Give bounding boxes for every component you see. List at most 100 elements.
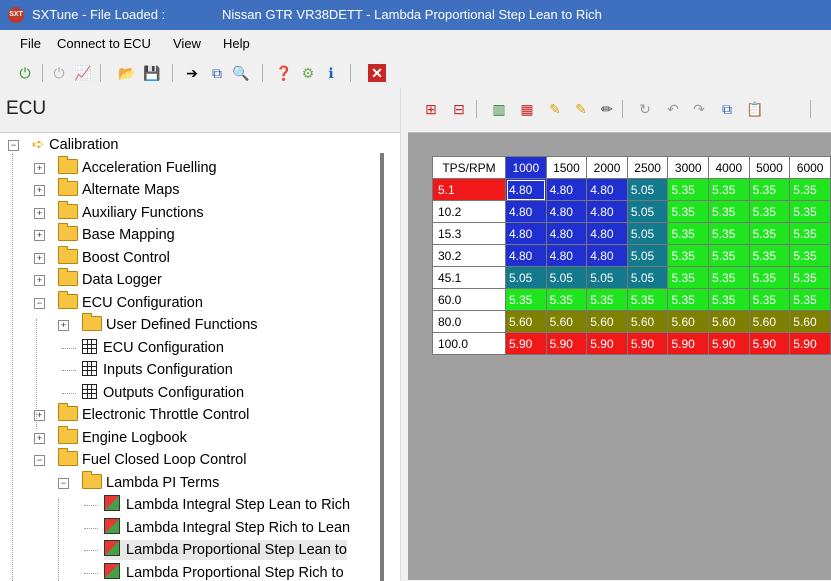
menu-help[interactable]: Help: [223, 36, 250, 51]
rpm-column-header[interactable]: 4000: [709, 157, 750, 179]
insert-row-icon[interactable]: ⊞: [422, 100, 440, 118]
rpm-column-header[interactable]: 2500: [627, 157, 668, 179]
table-cell[interactable]: 5.35: [709, 201, 750, 223]
table-cell[interactable]: 5.35: [506, 289, 547, 311]
expand-icon[interactable]: +: [58, 320, 69, 331]
tree-item[interactable]: Boost Control: [58, 248, 170, 268]
table-cell[interactable]: 4.80: [546, 201, 587, 223]
table-cell[interactable]: 5.35: [749, 289, 790, 311]
rpm-column-header[interactable]: 6000: [790, 157, 831, 179]
calibration-tree[interactable]: ➪Calibration−Acceleration Fuelling+Alter…: [0, 132, 400, 581]
table-cell[interactable]: 4.80: [506, 245, 547, 267]
rpm-column-header[interactable]: 1000: [506, 157, 547, 179]
table-cell[interactable]: 5.35: [709, 289, 750, 311]
table-cell[interactable]: 5.60: [749, 311, 790, 333]
graph-icon[interactable]: 📈: [74, 64, 92, 82]
table-cell[interactable]: 5.35: [790, 223, 831, 245]
menu-connect-to-ecu[interactable]: Connect to ECU: [57, 36, 151, 51]
collapse-icon[interactable]: −: [34, 455, 45, 466]
table-cell[interactable]: 5.90: [790, 333, 831, 355]
table-cell[interactable]: 5.35: [790, 179, 831, 201]
table-cell[interactable]: 5.35: [790, 245, 831, 267]
gear-icon[interactable]: ⚙: [299, 64, 317, 82]
table-cell[interactable]: 5.35: [668, 179, 709, 201]
table-cell[interactable]: 5.35: [546, 289, 587, 311]
copy-icon[interactable]: ⧉: [208, 64, 226, 82]
table-cell[interactable]: 5.90: [587, 333, 628, 355]
menu-view[interactable]: View: [173, 36, 201, 51]
table-cell[interactable]: 4.80: [546, 245, 587, 267]
disconnect-icon[interactable]: ⏻: [50, 64, 68, 82]
table-cell[interactable]: 5.35: [790, 289, 831, 311]
tree-item[interactable]: ECU Configuration: [82, 338, 224, 358]
map-table[interactable]: TPS/RPM100015002000250030004000500060005…: [432, 156, 831, 355]
tree-item[interactable]: Outputs Configuration: [82, 383, 244, 403]
collapse-icon[interactable]: −: [58, 478, 69, 489]
table-cell[interactable]: 5.90: [668, 333, 709, 355]
table-cell[interactable]: 4.80: [587, 245, 628, 267]
arrow-icon[interactable]: ➔: [183, 64, 201, 82]
tree-item[interactable]: Alternate Maps: [58, 180, 180, 200]
tps-row-header[interactable]: 10.2: [433, 201, 506, 223]
redo-icon[interactable]: ↷: [690, 100, 708, 118]
refresh-icon[interactable]: ↻: [636, 100, 654, 118]
table-cell[interactable]: 5.35: [668, 201, 709, 223]
tree-item[interactable]: User Defined Functions: [82, 315, 258, 335]
table-cell[interactable]: 5.35: [627, 289, 668, 311]
table-cell[interactable]: 4.80: [546, 179, 587, 201]
table-cell[interactable]: 5.35: [749, 245, 790, 267]
tree-item[interactable]: Lambda Integral Step Lean to Rich: [104, 495, 350, 515]
collapse-icon[interactable]: −: [8, 140, 19, 151]
table-cell[interactable]: 5.35: [587, 289, 628, 311]
expand-icon[interactable]: +: [34, 433, 45, 444]
open-folder-icon[interactable]: 📂: [118, 64, 136, 82]
table-cell[interactable]: 5.35: [709, 179, 750, 201]
table-cell[interactable]: 5.60: [546, 311, 587, 333]
table-cell[interactable]: 5.90: [627, 333, 668, 355]
expand-icon[interactable]: +: [34, 208, 45, 219]
table-cell[interactable]: 5.05: [627, 245, 668, 267]
tree-item[interactable]: Inputs Configuration: [82, 360, 233, 380]
close-icon[interactable]: ✕: [368, 64, 386, 82]
table-cell[interactable]: 5.05: [546, 267, 587, 289]
tree-item[interactable]: ECU Configuration: [58, 293, 203, 313]
tps-row-header[interactable]: 60.0: [433, 289, 506, 311]
table-cell[interactable]: 5.05: [627, 201, 668, 223]
tps-row-header[interactable]: 30.2: [433, 245, 506, 267]
tree-item[interactable]: Electronic Throttle Control: [58, 405, 249, 425]
insert-column-icon[interactable]: ▥: [490, 100, 508, 118]
save-icon[interactable]: 💾: [143, 64, 161, 82]
delete-column-icon[interactable]: ▦: [518, 100, 536, 118]
tree-item[interactable]: ➪Calibration: [32, 135, 118, 155]
table-cell[interactable]: 4.80: [587, 223, 628, 245]
table-cell[interactable]: 5.35: [749, 267, 790, 289]
expand-icon[interactable]: +: [34, 275, 45, 286]
table-cell[interactable]: 5.60: [668, 311, 709, 333]
table-cell[interactable]: 5.35: [668, 245, 709, 267]
tps-row-header[interactable]: 45.1: [433, 267, 506, 289]
help-icon[interactable]: ❓: [275, 64, 293, 82]
tps-row-header[interactable]: 80.0: [433, 311, 506, 333]
rpm-column-header[interactable]: 2000: [587, 157, 628, 179]
table-cell[interactable]: 5.35: [668, 289, 709, 311]
table-cell[interactable]: 5.05: [627, 267, 668, 289]
tree-item[interactable]: Fuel Closed Loop Control: [58, 450, 246, 470]
expand-icon[interactable]: +: [34, 253, 45, 264]
delete-row-icon[interactable]: ⊟: [450, 100, 468, 118]
menu-file[interactable]: File: [20, 36, 41, 51]
tree-item[interactable]: Lambda Proportional Step Rich to: [104, 563, 344, 581]
table-cell[interactable]: 4.80: [506, 223, 547, 245]
tree-item[interactable]: Lambda Integral Step Rich to Lean: [104, 518, 350, 538]
table-cell[interactable]: 4.80: [506, 179, 547, 201]
table-cell[interactable]: 4.80: [587, 201, 628, 223]
table-cell[interactable]: 5.90: [546, 333, 587, 355]
table-cell[interactable]: 5.35: [668, 223, 709, 245]
info-icon[interactable]: ℹ: [322, 64, 340, 82]
table-cell[interactable]: 4.80: [506, 201, 547, 223]
table-cell[interactable]: 5.35: [668, 267, 709, 289]
table-cell[interactable]: 4.80: [587, 179, 628, 201]
search-icon[interactable]: 🔍: [232, 64, 250, 82]
rpm-column-header[interactable]: 1500: [546, 157, 587, 179]
rpm-column-header[interactable]: 3000: [668, 157, 709, 179]
table-cell[interactable]: 5.05: [627, 223, 668, 245]
